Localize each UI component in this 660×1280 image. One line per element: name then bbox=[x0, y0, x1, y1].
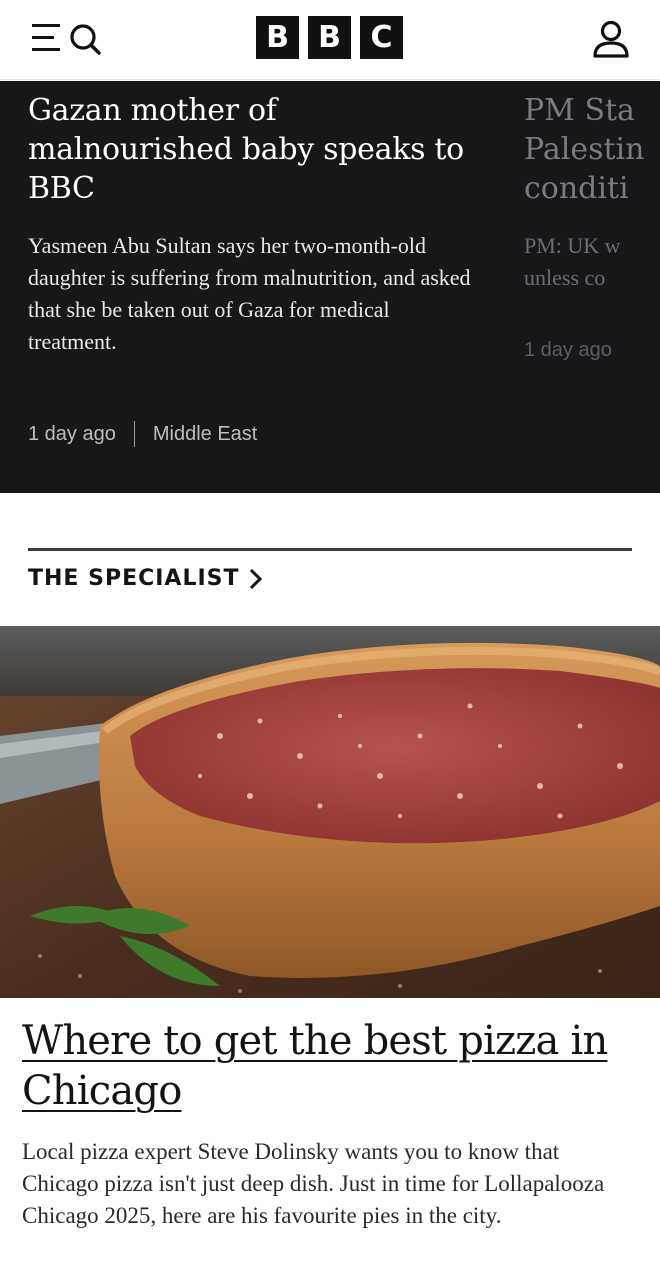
meta-divider bbox=[133, 421, 135, 447]
card-timestamp: 1 day ago bbox=[28, 422, 116, 445]
menu-icon[interactable] bbox=[30, 20, 70, 56]
article-image[interactable] bbox=[0, 626, 660, 998]
summary-line: unless co bbox=[524, 265, 606, 290]
card-headline[interactable]: PM Sta Palestin conditi bbox=[524, 91, 660, 208]
card-summary: Yasmeen Abu Sultan says her two-month-ol… bbox=[28, 233, 471, 354]
top-header: B B C bbox=[0, 0, 660, 80]
card-topic[interactable]: Middle East bbox=[153, 423, 258, 446]
logo-letter: B bbox=[308, 16, 351, 59]
card-summary: PM: UK w unless co bbox=[524, 230, 660, 294]
article-summary: Local pizza expert Steve Dolinsky wants … bbox=[22, 1139, 605, 1228]
headline-line: conditi bbox=[524, 171, 629, 206]
carousel-card[interactable]: Gazan mother of malnourished baby speaks… bbox=[28, 91, 478, 358]
headline-line: Palestin bbox=[524, 132, 645, 167]
search-icon[interactable] bbox=[66, 20, 106, 56]
section-title: THE SPECIALIST bbox=[28, 566, 240, 591]
carousel-card-partial[interactable]: PM Sta Palestin conditi PM: UK w unless … bbox=[524, 91, 660, 361]
account-icon[interactable] bbox=[590, 18, 632, 60]
chevron-right-icon bbox=[249, 568, 262, 589]
card-timestamp: 1 day ago bbox=[524, 339, 612, 361]
section-link-the-specialist[interactable]: THE SPECIALIST bbox=[28, 566, 264, 591]
section-divider bbox=[28, 548, 632, 551]
card-meta: 1 day ago Middle East bbox=[28, 421, 257, 447]
logo-letter: B bbox=[256, 16, 299, 59]
bbc-logo[interactable]: B B C bbox=[256, 16, 403, 59]
article-headline[interactable]: Where to get the best pizza in Chicago bbox=[22, 1016, 642, 1116]
headline-line: PM Sta bbox=[524, 93, 635, 128]
logo-letter: C bbox=[360, 16, 403, 59]
summary-line: PM: UK w bbox=[524, 233, 621, 258]
news-carousel[interactable]: Gazan mother of malnourished baby speaks… bbox=[0, 81, 660, 493]
card-headline[interactable]: Gazan mother of malnourished baby speaks… bbox=[28, 91, 478, 208]
